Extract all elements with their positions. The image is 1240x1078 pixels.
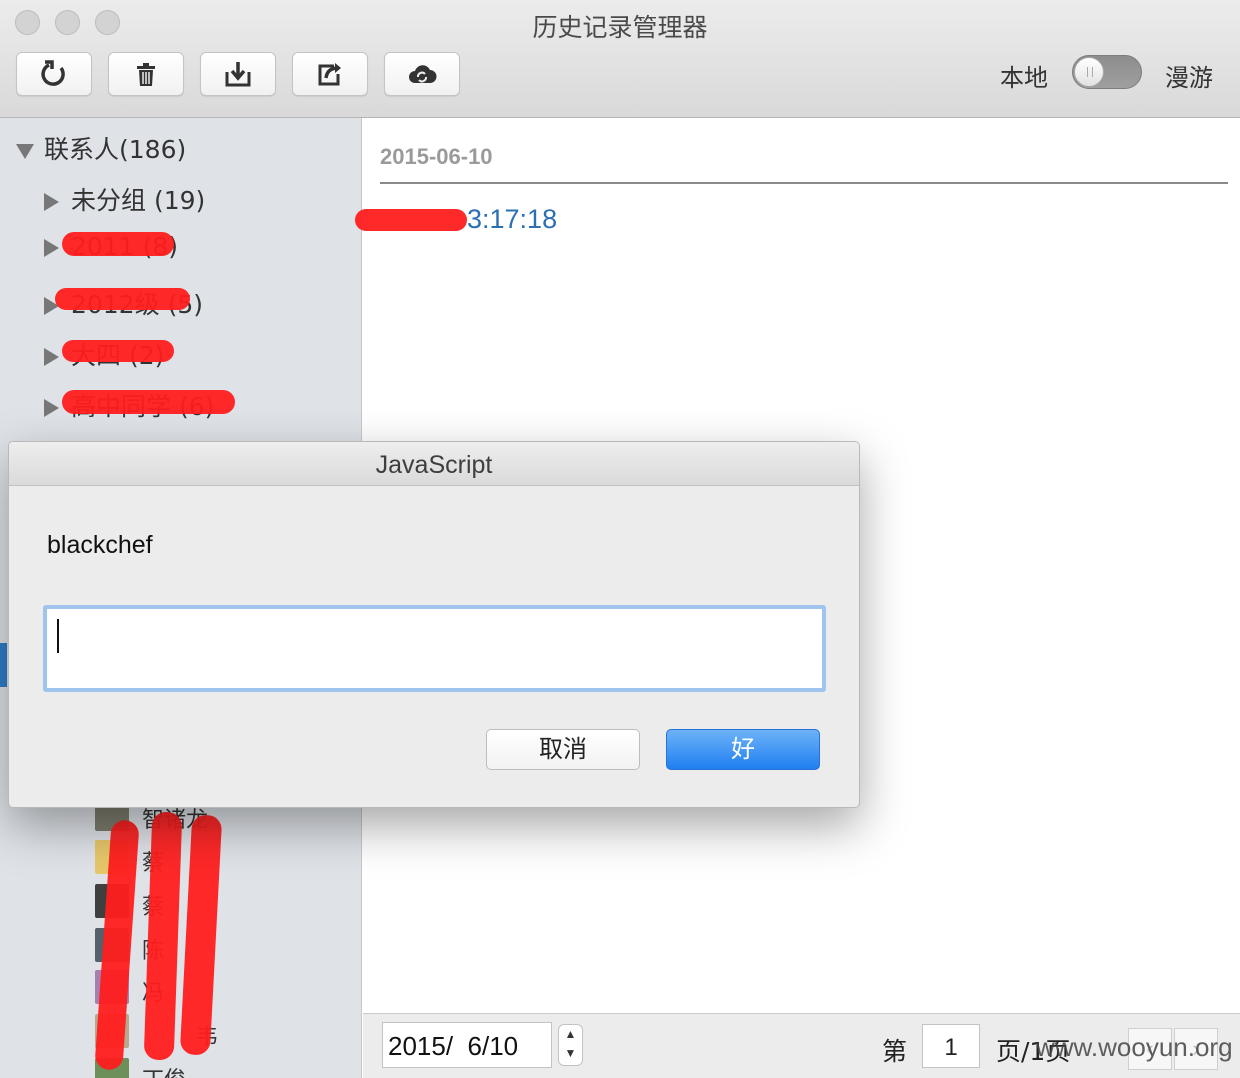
disclosure-closed-icon[interactable] [44,399,59,417]
trash-icon [137,63,155,86]
redaction-mark [55,288,190,310]
import-icon [225,62,251,87]
refresh-icon [41,60,65,86]
chevron-up-icon[interactable]: ▲ [559,1025,582,1044]
redaction-mark [62,390,235,414]
redaction-mark [62,232,174,256]
roaming-label: 漫游 [1165,64,1213,92]
dialog-title: JavaScript [9,442,859,486]
toggle-knob[interactable] [1074,57,1104,87]
date-picker-field[interactable]: 2015/ 6/10 [382,1022,552,1068]
cloud-sync-icon [409,65,437,83]
disclosure-closed-icon[interactable] [44,239,59,257]
cloud-sync-button[interactable] [384,52,460,96]
delete-button[interactable] [108,52,184,96]
local-label: 本地 [1000,64,1048,92]
export-button[interactable] [292,52,368,96]
page-number-input[interactable]: 1 [922,1024,980,1068]
export-icon [318,63,341,86]
prompt-input[interactable] [43,605,826,692]
selection-indicator [0,643,7,687]
refresh-button[interactable] [16,52,92,96]
chevron-down-icon[interactable]: ▼ [559,1044,582,1063]
contact-name[interactable]: 丁俊 [142,1062,186,1078]
local-roaming-toggle[interactable] [1072,55,1142,89]
dialog-message: blackchef [47,531,153,559]
tree-group-item[interactable]: 未分组 (19) [44,181,205,217]
date-divider [380,182,1228,184]
import-button[interactable] [200,52,276,96]
redaction-mark [62,340,174,362]
date-stepper[interactable]: ▲ ▼ [558,1024,583,1066]
redaction-mark [355,209,467,231]
disclosure-open-icon[interactable] [16,143,34,159]
date-header: 2015-06-10 [380,144,493,169]
ok-button[interactable]: 好 [666,729,820,770]
watermark: www.wooyun.org [1036,1032,1233,1062]
disclosure-closed-icon[interactable] [44,193,59,211]
message-timestamp: 3:17:18 [467,204,558,234]
window-toolbar: 历史记录管理器 本地 漫游 [0,0,1240,118]
disclosure-closed-icon[interactable] [44,348,59,366]
tree-root-label: 联系人(186) [44,135,187,164]
tree-group-label: 未分组 (19) [71,186,206,215]
text-caret [57,619,59,653]
page-prefix-label: 第 [882,1037,908,1066]
javascript-prompt-dialog: JavaScript blackchef 取消 好 [8,441,860,808]
window-title: 历史记录管理器 [532,13,708,42]
cancel-button[interactable]: 取消 [486,729,640,770]
tree-root-contacts[interactable]: 联系人(186) [16,130,186,166]
